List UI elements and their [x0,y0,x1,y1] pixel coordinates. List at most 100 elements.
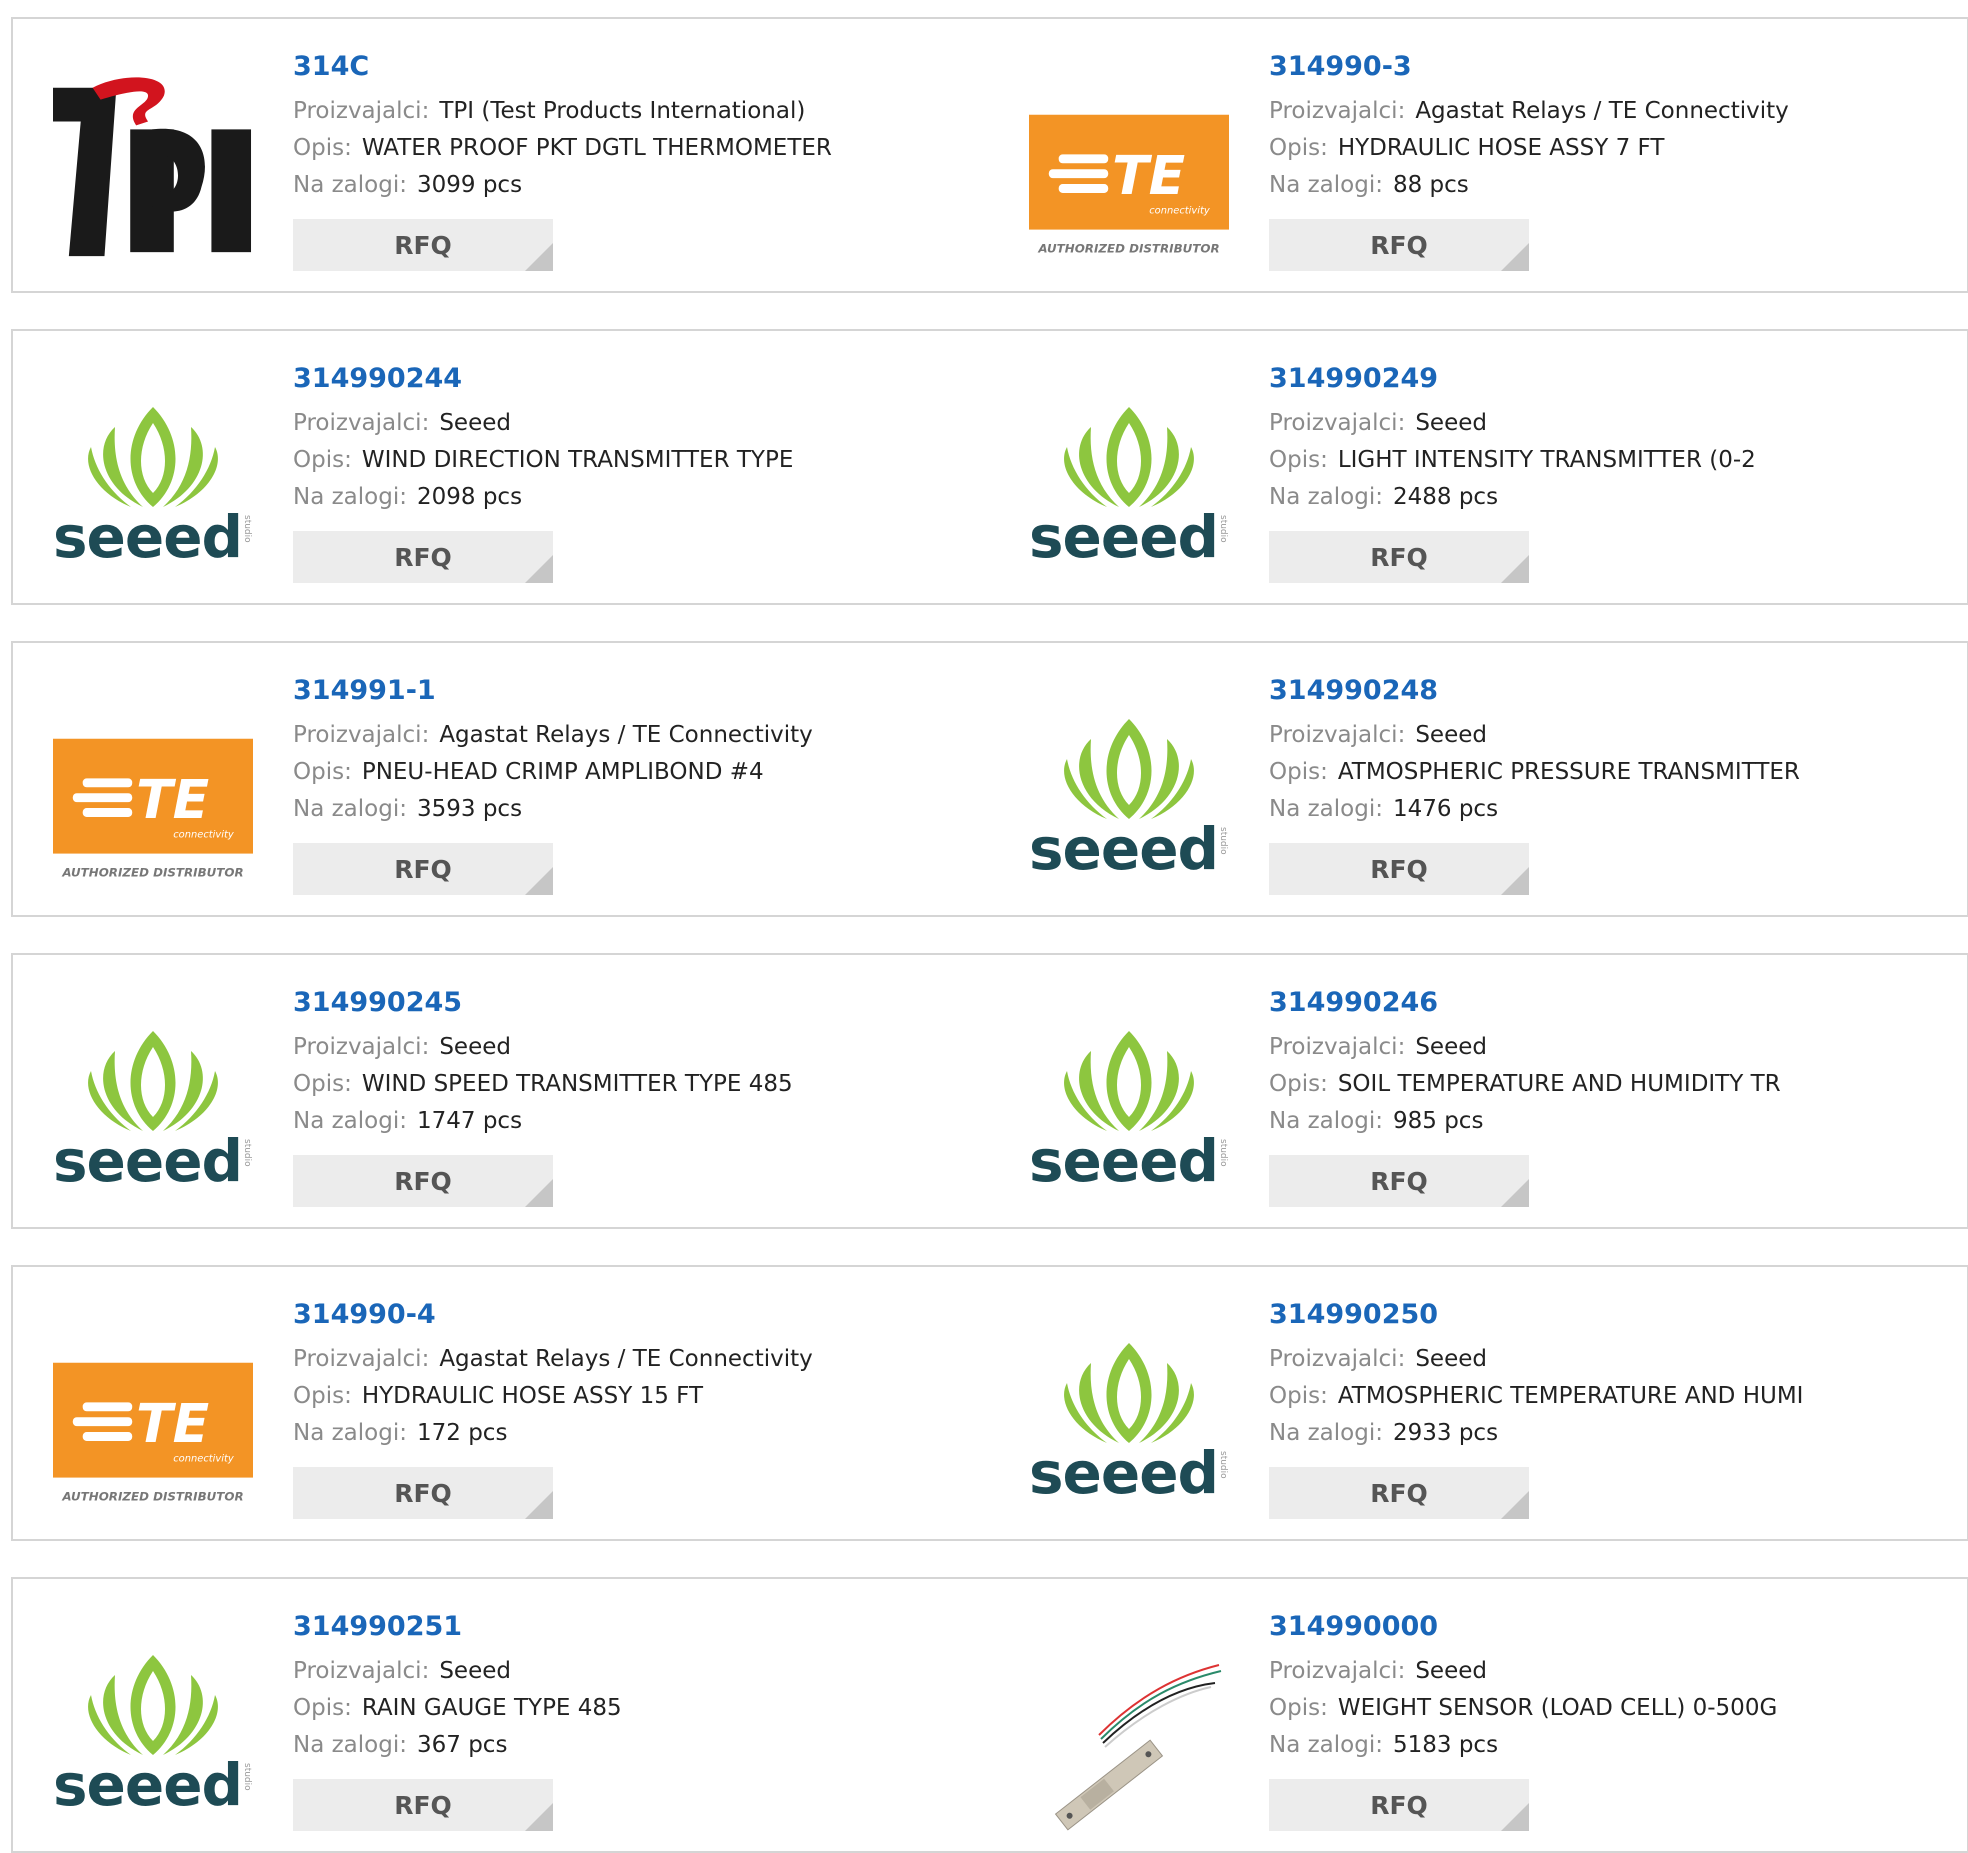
seeed-side-text: studio [242,515,252,543]
stock-row: Na zalogi: 2488 pcs [1269,479,1756,516]
stock-value: 3099 pcs [416,172,523,198]
part-number-link[interactable]: 314990-4 [293,1297,813,1333]
description-row: Opis: HYDRAULIC HOSE ASSY 7 FT [1269,130,1789,167]
description-label: Opis: [1269,447,1328,473]
rfq-button[interactable]: RFQ [293,531,553,583]
rfq-button[interactable]: RFQ [1269,1155,1529,1207]
corner-triangle-icon [1501,243,1529,271]
manufacturer-row: Proizvajalci: TPI (Test Products Internat… [293,93,832,130]
manufacturer-row: Proizvajalci: Agastat Relays / TE Connect… [293,717,813,754]
product-info: 314C Proizvajalci: TPI (Test Products Inte… [293,49,832,204]
description-label: Opis: [1269,759,1328,785]
seeed-logo: seeed studio [53,387,253,587]
stock-value: 2098 pcs [416,484,523,510]
product-card: 314990000 Proizvajalci: Seeed Opis: WEIGHT S… [989,1577,1968,1853]
description-value: HYDRAULIC HOSE ASSY 15 FT [361,1383,704,1409]
description-row: Opis: HYDRAULIC HOSE ASSY 15 FT [293,1378,813,1415]
manufacturer-label: Proizvajalci: [293,1034,430,1060]
tpi-wordmark: tpi [53,77,55,79]
manufacturer-row: Proizvajalci: Seeed [1269,1341,1803,1378]
manufacturer-label: Proizvajalci: [1269,1346,1406,1372]
description-row: Opis: ATMOSPHERIC TEMPERATURE AND HUMI [1269,1378,1803,1415]
rfq-button[interactable]: RFQ [293,1155,553,1207]
part-number-link[interactable]: 314990249 [1269,361,1756,397]
corner-triangle-icon [525,1491,553,1519]
manufacturer-row: Proizvajalci: Seeed [293,405,793,442]
stock-label: Na zalogi: [293,484,407,510]
stock-row: Na zalogi: 2933 pcs [1269,1415,1803,1452]
manufacturer-row: Proizvajalci: Seeed [1269,1653,1777,1690]
rfq-button-label: RFQ [1370,230,1428,260]
te-subtitle: connectivity [173,1454,234,1465]
seeed-wordmark: seeed [1029,815,1218,879]
description-label: Opis: [1269,1071,1328,1097]
rfq-button[interactable]: RFQ [1269,219,1529,271]
rfq-button-label: RFQ [394,230,452,260]
part-number-link[interactable]: 314990246 [1269,985,1781,1021]
product-info: 314990251 Proizvajalci: Seeed Opis: RAIN GAU… [293,1609,622,1764]
part-number-link[interactable]: 314990000 [1269,1609,1777,1645]
stock-row: Na zalogi: 2098 pcs [293,479,793,516]
seeed-side-text: studio [242,1139,252,1167]
rfq-button-label: RFQ [394,542,452,572]
stock-row: Na zalogi: 3593 pcs [293,791,813,828]
rfq-button[interactable]: RFQ [1269,1779,1529,1831]
description-row: Opis: LIGHT INTENSITY TRANSMITTER (0-2 [1269,442,1756,479]
product-info: 314990-4 Proizvajalci: Agastat Relays / TE… [293,1297,813,1452]
stock-row: Na zalogi: 5183 pcs [1269,1727,1777,1764]
rfq-button[interactable]: RFQ [1269,843,1529,895]
seeed-wordmark: seeed [1029,1439,1218,1503]
product-info: 314991-1 Proizvajalci: Agastat Relays / TE… [293,673,813,828]
description-value: LIGHT INTENSITY TRANSMITTER (0-2 [1337,447,1756,473]
product-info: 314990000 Proizvajalci: Seeed Opis: WEIGHT S… [1269,1609,1777,1764]
rfq-button[interactable]: RFQ [293,1467,553,1519]
stock-value: 88 pcs [1392,172,1469,198]
rfq-button[interactable]: RFQ [293,1779,553,1831]
te-caption: AUTHORIZED DISTRIBUTOR [1037,241,1219,255]
part-number-link[interactable]: 314990251 [293,1609,622,1645]
manufacturer-value: Seeed [1415,722,1487,748]
stock-value: 2488 pcs [1392,484,1499,510]
description-label: Opis: [293,759,352,785]
product-info: 314990245 Proizvajalci: Seeed Opis: WIND SPE… [293,985,793,1140]
rfq-button-label: RFQ [1370,1790,1428,1820]
te-caption: AUTHORIZED DISTRIBUTOR [61,1489,243,1503]
rfq-button-label: RFQ [394,854,452,884]
manufacturer-label: Proizvajalci: [293,410,430,436]
manufacturer-value: TPI (Test Products International) [439,98,806,124]
description-value: ATMOSPHERIC PRESSURE TRANSMITTER [1337,759,1800,785]
part-number-link[interactable]: 314990245 [293,985,793,1021]
part-number-link[interactable]: 314990-3 [1269,49,1789,85]
rfq-button[interactable]: RFQ [1269,531,1529,583]
rfq-button[interactable]: RFQ [293,219,553,271]
stock-label: Na zalogi: [1269,1108,1383,1134]
stock-value: 985 pcs [1392,1108,1484,1134]
manufacturer-row: Proizvajalci: Seeed [1269,1029,1781,1066]
rfq-button-label: RFQ [1370,854,1428,884]
stock-value: 5183 pcs [1392,1732,1499,1758]
stock-value: 172 pcs [416,1420,508,1446]
product-grid: tpi 314C Proizvajalci: TPI (Test Products I… [0,0,1968,1853]
product-info: 314990-3 Proizvajalci: Agastat Relays / TE… [1269,49,1789,204]
corner-triangle-icon [525,555,553,583]
stock-row: Na zalogi: 1747 pcs [293,1103,793,1140]
product-card: seeed studio 314990248 Proizvajalci: Seeed Op… [989,641,1968,917]
manufacturer-label: Proizvajalci: [1269,1658,1406,1684]
part-number-link[interactable]: 314990248 [1269,673,1800,709]
stock-value: 367 pcs [416,1732,508,1758]
manufacturer-row: Proizvajalci: Agastat Relays / TE Connect… [1269,93,1789,130]
rfq-button[interactable]: RFQ [293,843,553,895]
manufacturer-value: Agastat Relays / TE Connectivity [439,722,813,748]
corner-triangle-icon [1501,555,1529,583]
te-logo: TE connectivity AUTHORIZED DISTRIBUTOR [53,1337,253,1537]
part-number-link[interactable]: 314990250 [1269,1297,1803,1333]
rfq-button[interactable]: RFQ [1269,1467,1529,1519]
manufacturer-label: Proizvajalci: [293,1346,430,1372]
stock-label: Na zalogi: [293,1420,407,1446]
part-number-link[interactable]: 314C [293,49,832,85]
part-number-link[interactable]: 314990244 [293,361,793,397]
description-row: Opis: PNEU-HEAD CRIMP AMPLIBOND #4 [293,754,813,791]
stock-label: Na zalogi: [1269,1420,1383,1446]
seeed-logo: seeed studio [1029,1323,1229,1523]
part-number-link[interactable]: 314991-1 [293,673,813,709]
